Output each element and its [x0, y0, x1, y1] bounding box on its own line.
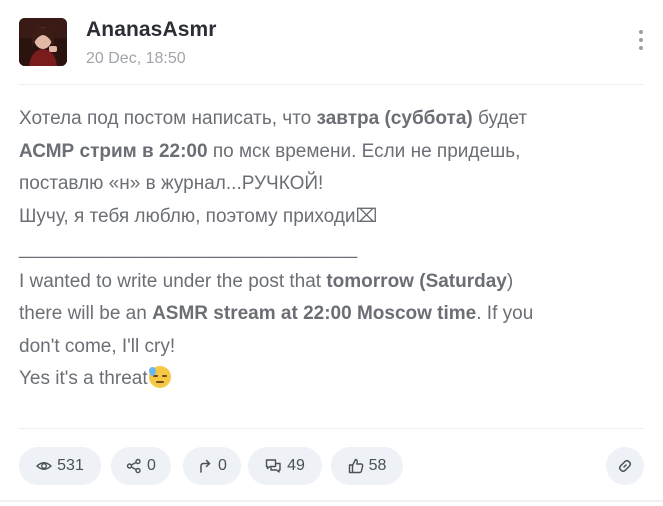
post-card: AnanasAsmr 20 Dec, 18:50 Хотела под пост…: [0, 0, 663, 500]
post-separator-line: ________________________________: [19, 238, 358, 259]
comments-count: 49: [287, 457, 305, 474]
post-line: don't come, I'll cry!: [19, 335, 176, 357]
post-line: there will be an ASMR stream at 22:00 Mo…: [19, 303, 534, 324]
comments-icon: [265, 459, 281, 473]
repost-arrow-icon: [200, 459, 211, 473]
thumbs-up-icon: [348, 458, 363, 474]
share-icon: [126, 458, 141, 474]
actions-divider: [19, 428, 644, 429]
link-icon: [618, 459, 632, 473]
post-header: AnanasAsmr 20 Dec, 18:50: [19, 18, 644, 68]
anxious-sweat-face-icon: [148, 366, 171, 388]
post-body: Хотела под постом написать, что завтра (…: [19, 103, 629, 396]
repost-button[interactable]: 0: [183, 447, 241, 485]
shares-count: 0: [147, 457, 156, 474]
kebab-menu-icon[interactable]: [635, 30, 647, 56]
post-date: 20 Dec, 18:50: [86, 50, 186, 67]
reposts-count: 0: [218, 457, 227, 474]
card-bottom-border: [0, 500, 663, 502]
eye-icon: [36, 462, 53, 470]
post-line: Шучу, я тебя люблю, поэтому приходи⌧: [19, 205, 378, 227]
comments-button[interactable]: 49: [248, 447, 322, 485]
post-actions: 531 0 0 49 58: [19, 447, 644, 485]
post-line: I wanted to write under the post that to…: [19, 270, 514, 292]
header-divider: [19, 84, 644, 85]
post-line: Yes it's a threat: [19, 363, 629, 396]
copy-link-button[interactable]: [606, 447, 644, 485]
share-button[interactable]: 0: [111, 447, 171, 485]
avatar[interactable]: [19, 18, 67, 66]
post-line: АСМР стрим в 22:00 по мск времени. Если …: [19, 140, 521, 162]
author-name[interactable]: AnanasAsmr: [86, 18, 217, 42]
likes-count: 58: [368, 457, 387, 474]
post-line: поставлю «н» в журнал...РУЧКОЙ!: [19, 173, 324, 194]
views-button[interactable]: 531: [19, 447, 101, 485]
like-button[interactable]: 58: [331, 447, 403, 485]
post-line: Хотела под постом написать, что завтра (…: [19, 108, 528, 129]
views-count: 531: [57, 457, 84, 474]
